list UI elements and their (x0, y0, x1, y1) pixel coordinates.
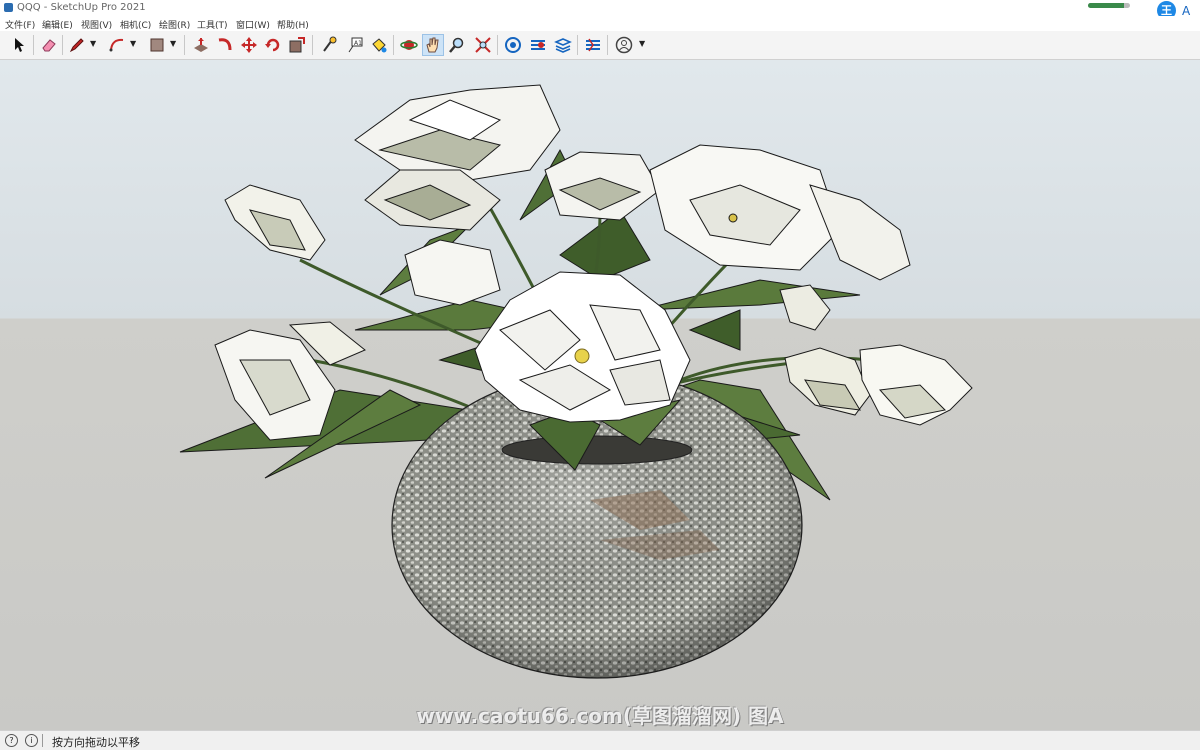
scale-icon[interactable] (286, 34, 308, 56)
eraser-icon[interactable] (38, 34, 60, 56)
push-pull-icon[interactable] (190, 34, 212, 56)
menu-draw[interactable]: 绘图(R) (159, 18, 190, 31)
arc-dropdown-chevron-icon[interactable]: ▼ (130, 39, 136, 48)
menu-window[interactable]: 窗口(W) (236, 18, 270, 31)
status-bar: ? i 按方向拖动以平移 (0, 730, 1200, 750)
text-tool-icon[interactable]: A1 (344, 34, 366, 56)
sketchup-app-icon (4, 3, 13, 12)
account-icon[interactable] (613, 34, 635, 56)
rectangle-icon[interactable] (146, 34, 168, 56)
paint-bucket-icon[interactable] (368, 34, 390, 56)
title-bar: QQQ - SketchUp Pro 2021 王 A (0, 0, 1200, 20)
pencil-dropdown-chevron-icon[interactable]: ▼ (90, 39, 96, 48)
status-hint-text: 按方向拖动以平移 (52, 736, 140, 749)
window-title: QQQ - SketchUp Pro 2021 (17, 2, 146, 13)
move-icon[interactable] (238, 34, 260, 56)
follow-me-icon[interactable] (214, 34, 236, 56)
flower-vase-model (179, 84, 973, 679)
shape-dropdown-chevron-icon[interactable]: ▼ (170, 39, 176, 48)
orbit-icon[interactable] (398, 34, 420, 56)
main-toolbar: ▼ ▼ ▼ A1 ▼ (0, 31, 1200, 60)
zoom-icon[interactable] (446, 34, 468, 56)
menu-view[interactable]: 视图(V) (81, 18, 112, 31)
svg-text:A1: A1 (354, 40, 362, 47)
account-dropdown-chevron-icon[interactable]: ▼ (639, 39, 645, 48)
extension-manager-icon[interactable] (582, 34, 604, 56)
pencil-icon[interactable] (66, 34, 88, 56)
menu-file[interactable]: 文件(F) (5, 18, 35, 31)
extension-warehouse-icon[interactable] (527, 34, 549, 56)
status-divider (42, 734, 43, 747)
geo-location-icon[interactable]: ? (5, 734, 18, 747)
arc-icon[interactable] (106, 34, 128, 56)
menu-camera[interactable]: 相机(C) (120, 18, 151, 31)
select-arrow-icon[interactable] (8, 34, 30, 56)
zoom-extents-icon[interactable] (472, 34, 494, 56)
watermark-text: www.caotu66.com(草图溜溜网) 图A (416, 704, 784, 728)
layout-send-icon[interactable] (552, 34, 574, 56)
menu-tools[interactable]: 工具(T) (197, 18, 228, 31)
menu-bar: 文件(F) 编辑(E) 视图(V) 相机(C) 绘图(R) 工具(T) 窗口(W… (0, 16, 1200, 31)
3d-warehouse-icon[interactable] (502, 34, 524, 56)
menu-edit[interactable]: 编辑(E) (42, 18, 73, 31)
info-icon[interactable]: i (25, 734, 38, 747)
model-viewport[interactable]: www.caotu66.com(草图溜溜网) 图A (0, 60, 1200, 730)
rotate-icon[interactable] (262, 34, 284, 56)
title-progress-bar (1088, 3, 1130, 8)
title-progress-fill (1088, 3, 1124, 8)
tape-measure-icon[interactable] (318, 34, 340, 56)
pan-hand-icon[interactable] (422, 34, 444, 56)
menu-help[interactable]: 帮助(H) (277, 18, 309, 31)
